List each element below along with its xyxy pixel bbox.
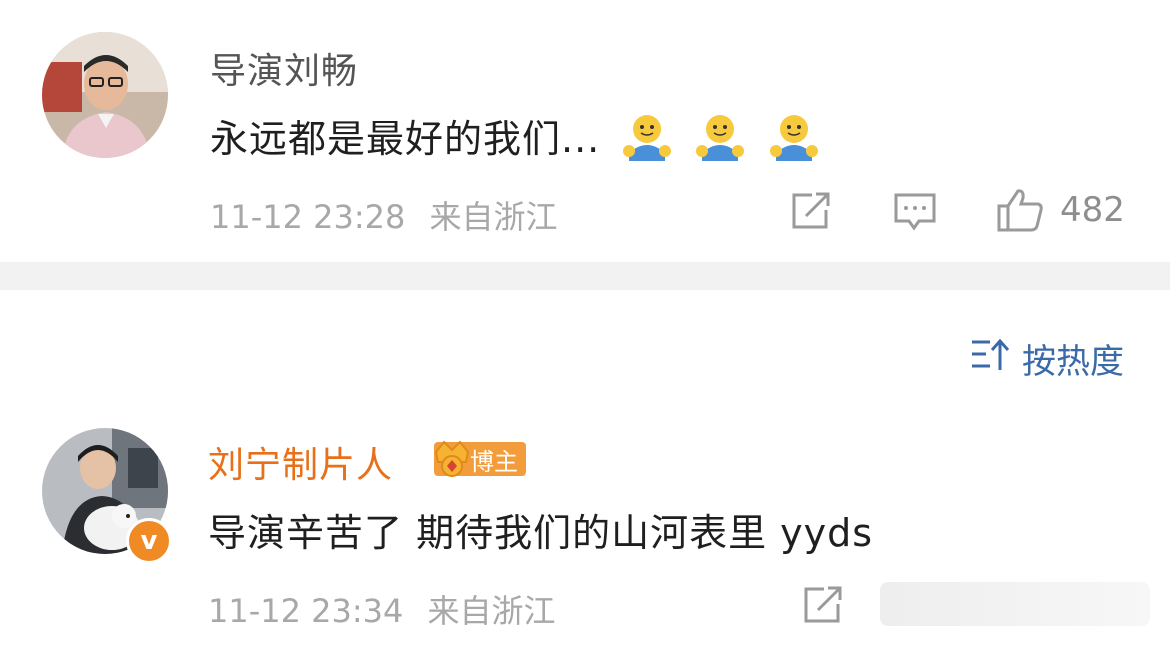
v-icon: v (140, 526, 158, 556)
sort-label: 按热度 (1022, 342, 1124, 382)
share-icon[interactable] (802, 586, 844, 628)
like-icon[interactable] (996, 188, 1044, 236)
comment-text: 导演辛苦了 期待我们的山河表里 yyds (208, 511, 874, 555)
comment-location: 来自浙江 (429, 198, 558, 236)
share-icon[interactable] (790, 192, 832, 234)
comment-meta: 11-12 23:28 来自浙江 (210, 192, 558, 238)
comment-time: 11-12 23:28 (210, 198, 406, 236)
like-count: 482 (1060, 190, 1125, 230)
comment-author[interactable]: 刘宁制片人 (208, 436, 393, 488)
comment-location: 来自浙江 (427, 592, 556, 630)
section-divider (0, 262, 1170, 290)
comment-author[interactable]: 导演刘畅 (210, 42, 358, 94)
sort-icon (970, 336, 1010, 381)
verified-badge: v (126, 518, 172, 564)
comment-time: 11-12 23:34 (208, 592, 404, 630)
crown-icon (432, 436, 472, 486)
sort-button[interactable]: 按热度 (970, 334, 1124, 383)
blogger-badge: 博主 (434, 440, 526, 477)
hug-emoji-icon (768, 113, 820, 170)
comment-text: 永远都是最好的我们... (210, 108, 820, 170)
hug-emoji-icon (694, 113, 746, 170)
comment-icon[interactable] (893, 192, 937, 236)
comment-meta: 11-12 23:34 来自浙江 (208, 586, 556, 632)
comment-text-body: 永远都是最好的我们... (210, 117, 601, 161)
obscured-actions (880, 582, 1150, 626)
hug-emoji-icon (621, 113, 673, 170)
avatar[interactable] (42, 32, 168, 158)
badge-label: 博主 (470, 447, 518, 476)
